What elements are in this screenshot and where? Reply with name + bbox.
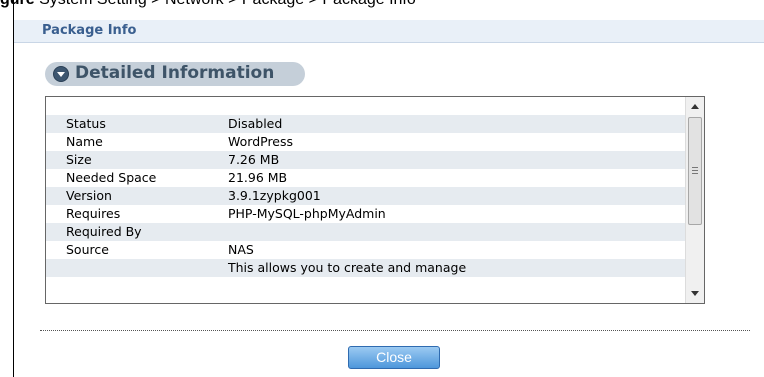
table-row: Version 3.9.1zypkg001 [46, 187, 686, 205]
table-row: Status Disabled [46, 115, 686, 133]
table-row [46, 97, 686, 115]
table-row: Needed Space 21.96 MB [46, 169, 686, 187]
table-row: Name WordPress [46, 133, 686, 151]
detail-key: Status [66, 116, 106, 131]
detail-value: 3.9.1zypkg001 [228, 188, 321, 203]
table-row: Required By [46, 223, 686, 241]
detail-key: Needed Space [66, 170, 157, 185]
detail-value: This allows you to create and manage [228, 260, 467, 275]
scroll-down-arrow-icon[interactable] [691, 291, 699, 296]
scroll-up-arrow-icon[interactable] [691, 104, 699, 109]
details-box[interactable]: Status Disabled Name WordPress Size 7.26… [45, 96, 705, 304]
detail-value: WordPress [228, 134, 294, 149]
grip-line [692, 173, 698, 174]
panel-title: Package Info [42, 23, 137, 38]
detail-key: Requires [66, 206, 121, 221]
grip-line [692, 167, 698, 168]
figure-caption-prefix: gure [0, 0, 39, 8]
table-row: Size 7.26 MB [46, 151, 686, 169]
divider [40, 330, 750, 331]
panel-header: Package Info [14, 20, 764, 43]
detail-value: 21.96 MB [228, 170, 288, 185]
detail-key: Source [66, 242, 109, 257]
figure-caption: gure System Setting > Network > Package … [0, 0, 764, 9]
table-row: This allows you to create and manage [46, 259, 686, 277]
detail-key: Name [66, 134, 103, 149]
window-left-border [13, 0, 14, 377]
grip-line [692, 170, 698, 171]
detail-key: Required By [66, 224, 142, 239]
detail-value: PHP-MySQL-phpMyAdmin [228, 206, 386, 221]
vertical-scrollbar[interactable] [685, 97, 704, 303]
detail-key: Version [66, 188, 112, 203]
figure-caption-text: System Setting > Network > Package > Pac… [39, 0, 416, 8]
section-title: Detailed Information [75, 63, 275, 83]
table-row: Source NAS [46, 241, 686, 259]
detail-value: Disabled [228, 116, 283, 131]
details-table: Status Disabled Name WordPress Size 7.26… [46, 97, 686, 277]
scrollbar-thumb[interactable] [688, 117, 702, 225]
close-button[interactable]: Close [348, 346, 440, 369]
collapse-chevron-icon[interactable] [53, 66, 69, 82]
detail-value: NAS [228, 242, 254, 257]
table-row: Requires PHP-MySQL-phpMyAdmin [46, 205, 686, 223]
section-heading[interactable]: Detailed Information [45, 62, 305, 86]
detail-value: 7.26 MB [228, 152, 280, 167]
detail-key: Size [66, 152, 92, 167]
